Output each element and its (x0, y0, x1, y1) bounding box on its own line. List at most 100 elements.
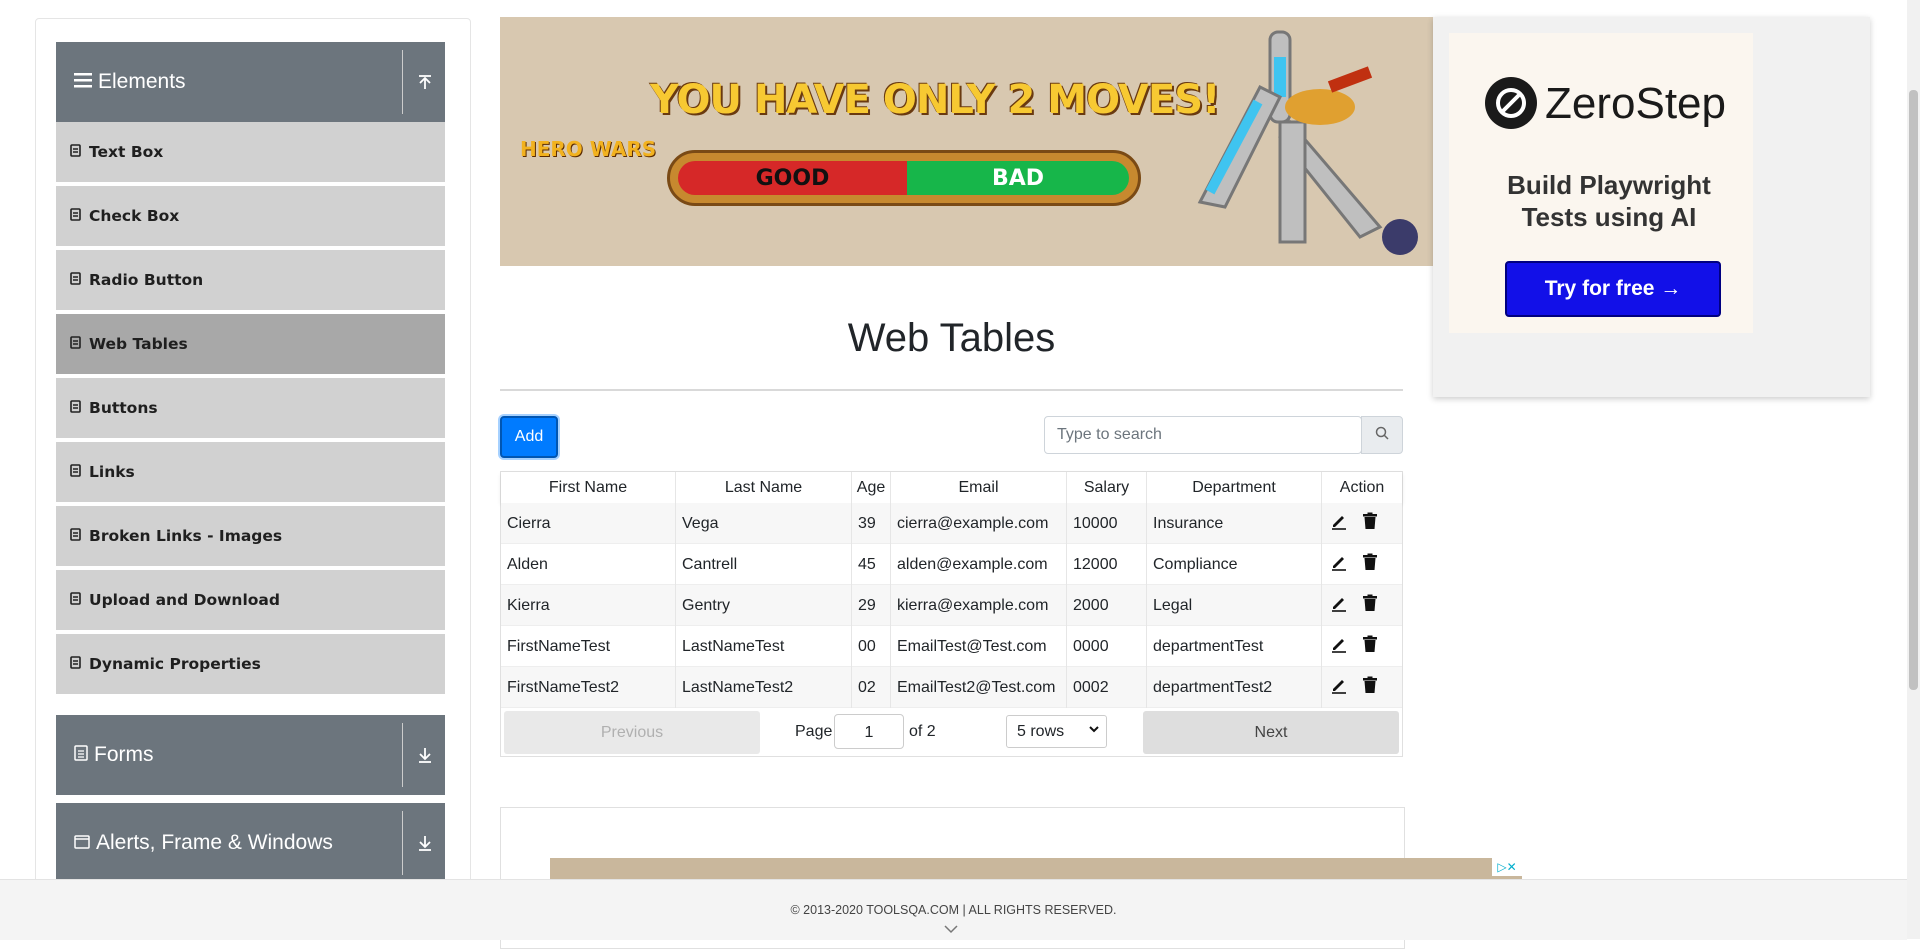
sidebar-item-label: Buttons (89, 399, 158, 417)
delete-icon[interactable] (1362, 594, 1378, 617)
cell-last-name: Vega (676, 503, 852, 544)
sidebar-item-label: Upload and Download (89, 591, 280, 609)
edit-icon[interactable] (1330, 676, 1348, 699)
doc-icon (70, 463, 81, 481)
cell-department: Compliance (1147, 544, 1322, 585)
cell-last-name: Gentry (676, 585, 852, 626)
table-row: Cierra Vega 39 cierra@example.com 10000 Insur… (501, 503, 1402, 544)
zerostep-brand: ZeroStep (1545, 79, 1726, 128)
cell-first-name: Cierra (501, 503, 676, 544)
sidebar-item-web-tables[interactable]: Web Tables (56, 314, 445, 376)
cell-department: Insurance (1147, 503, 1322, 544)
sidebar-group-elements[interactable]: Elements (56, 42, 445, 122)
table-header: First Name Last Name Age Email Salary De… (501, 472, 1402, 503)
cell-salary: 0000 (1067, 626, 1147, 667)
delete-icon[interactable] (1362, 553, 1378, 576)
cell-age: 29 (852, 585, 891, 626)
form-icon (74, 743, 88, 767)
column-header-first-name[interactable]: First Name (501, 472, 676, 503)
delete-icon[interactable] (1362, 676, 1378, 699)
sidebar-item-buttons[interactable]: Buttons (56, 378, 445, 440)
delete-icon[interactable] (1362, 635, 1378, 658)
sidebar-item-upload-download[interactable]: Upload and Download (56, 570, 445, 632)
sidebar-item-label: Dynamic Properties (89, 655, 261, 673)
ad-tagline-line2: Tests using AI (1521, 202, 1697, 232)
doc-icon (70, 335, 81, 353)
doc-icon (70, 271, 81, 289)
cell-last-name: Cantrell (676, 544, 852, 585)
zerostep-logo-icon (1485, 77, 1537, 129)
collapse-up-icon[interactable] (413, 42, 437, 122)
cell-first-name: Alden (501, 544, 676, 585)
column-header-last-name[interactable]: Last Name (676, 472, 852, 503)
sidebar-group-alerts[interactable]: Alerts, Frame & Windows (56, 803, 445, 883)
pagination: Previous Page 1 of 2 5 rows Next (500, 707, 1403, 757)
sidebar-item-broken-links[interactable]: Broken Links - Images (56, 506, 445, 568)
column-header-department[interactable]: Department (1147, 472, 1322, 503)
edit-icon[interactable] (1330, 594, 1348, 617)
column-header-salary[interactable]: Salary (1067, 472, 1147, 503)
good-label: GOOD (678, 161, 907, 195)
good-bad-bar: GOOD BAD (667, 150, 1141, 206)
chevron-down-icon[interactable] (944, 921, 958, 937)
page-title: Web Tables (847, 316, 1056, 360)
cell-last-name: LastNameTest (676, 626, 852, 667)
table-row: Kierra Gentry 29 kierra@example.com 2000 Lega… (501, 585, 1402, 626)
delete-icon[interactable] (1362, 512, 1378, 535)
doc-icon (70, 399, 81, 417)
column-header-age[interactable]: Age (852, 472, 891, 503)
page-number-input[interactable]: 1 (834, 714, 904, 749)
sidebar-item-radio-button[interactable]: Radio Button (56, 250, 445, 312)
sidebar-item-label: Text Box (89, 143, 164, 161)
try-for-free-button[interactable]: Try for free → (1505, 261, 1721, 317)
sidebar-item-label: Broken Links - Images (89, 527, 283, 545)
puzzle-illustration (1197, 30, 1418, 255)
cell-action (1322, 585, 1402, 626)
search-input[interactable]: Type to search (1044, 416, 1362, 454)
ad-choices-icon[interactable]: ▷✕ (1492, 858, 1522, 876)
sidebar-item-dynamic-properties[interactable]: Dynamic Properties (56, 634, 445, 696)
rows-per-page-select[interactable]: 5 rows (1006, 715, 1107, 748)
expand-down-icon[interactable] (413, 715, 437, 795)
add-button[interactable]: Add (500, 416, 558, 458)
footer-text: © 2013-2020 TOOLSQA.COM | ALL RIGHTS RES… (790, 903, 1117, 917)
sidebar-item-links[interactable]: Links (56, 442, 445, 504)
chevron-down-icon (1088, 722, 1100, 738)
sidebar-item-text-box[interactable]: Text Box (56, 122, 445, 184)
ad-tagline-line1: Build Playwright (1507, 170, 1711, 200)
hero-wars-banner-ad[interactable]: HERO WARS YOU HAVE ONLY 2 MOVES! GOOD BA… (500, 17, 1433, 266)
edit-icon[interactable] (1330, 553, 1348, 576)
rows-per-page-value: 5 rows (1017, 722, 1065, 740)
next-button[interactable]: Next (1143, 711, 1399, 754)
column-header-email[interactable]: Email (891, 472, 1067, 503)
cell-action (1322, 544, 1402, 585)
search-button[interactable] (1361, 416, 1403, 454)
window-icon (74, 831, 90, 855)
sidebar-item-check-box[interactable]: Check Box (56, 186, 445, 248)
banner-title: YOU HAVE ONLY 2 MOVES! (650, 77, 1220, 123)
previous-button[interactable]: Previous (504, 711, 760, 754)
bottom-banner-ad[interactable]: ▷✕ (550, 858, 1522, 880)
cell-salary: 10000 (1067, 503, 1147, 544)
sidebar-item-label: Radio Button (89, 271, 204, 289)
doc-icon (70, 591, 81, 609)
edit-icon[interactable] (1330, 512, 1348, 535)
cell-action (1322, 626, 1402, 667)
page-scrollbar[interactable] (1907, 0, 1920, 939)
cell-action (1322, 667, 1402, 708)
cell-department: departmentTest (1147, 626, 1322, 667)
scrollbar-thumb[interactable] (1909, 90, 1918, 690)
cell-email: EmailTest2@Test.com (891, 667, 1067, 708)
doc-icon (70, 143, 81, 161)
page-label: Page (795, 723, 833, 740)
zerostep-ad[interactable]: ZeroStep Build Playwright Tests using AI… (1433, 17, 1870, 397)
cell-first-name: Kierra (501, 585, 676, 626)
doc-icon (70, 207, 81, 225)
expand-down-icon[interactable] (413, 803, 437, 883)
sidebar-group-label: Alerts, Frame & Windows (96, 831, 333, 854)
edit-icon[interactable] (1330, 635, 1348, 658)
column-header-action: Action (1339, 478, 1385, 496)
sidebar-group-forms[interactable]: Forms (56, 715, 445, 795)
cell-department: Legal (1147, 585, 1322, 626)
sidebar-group-label: Elements (98, 70, 186, 93)
